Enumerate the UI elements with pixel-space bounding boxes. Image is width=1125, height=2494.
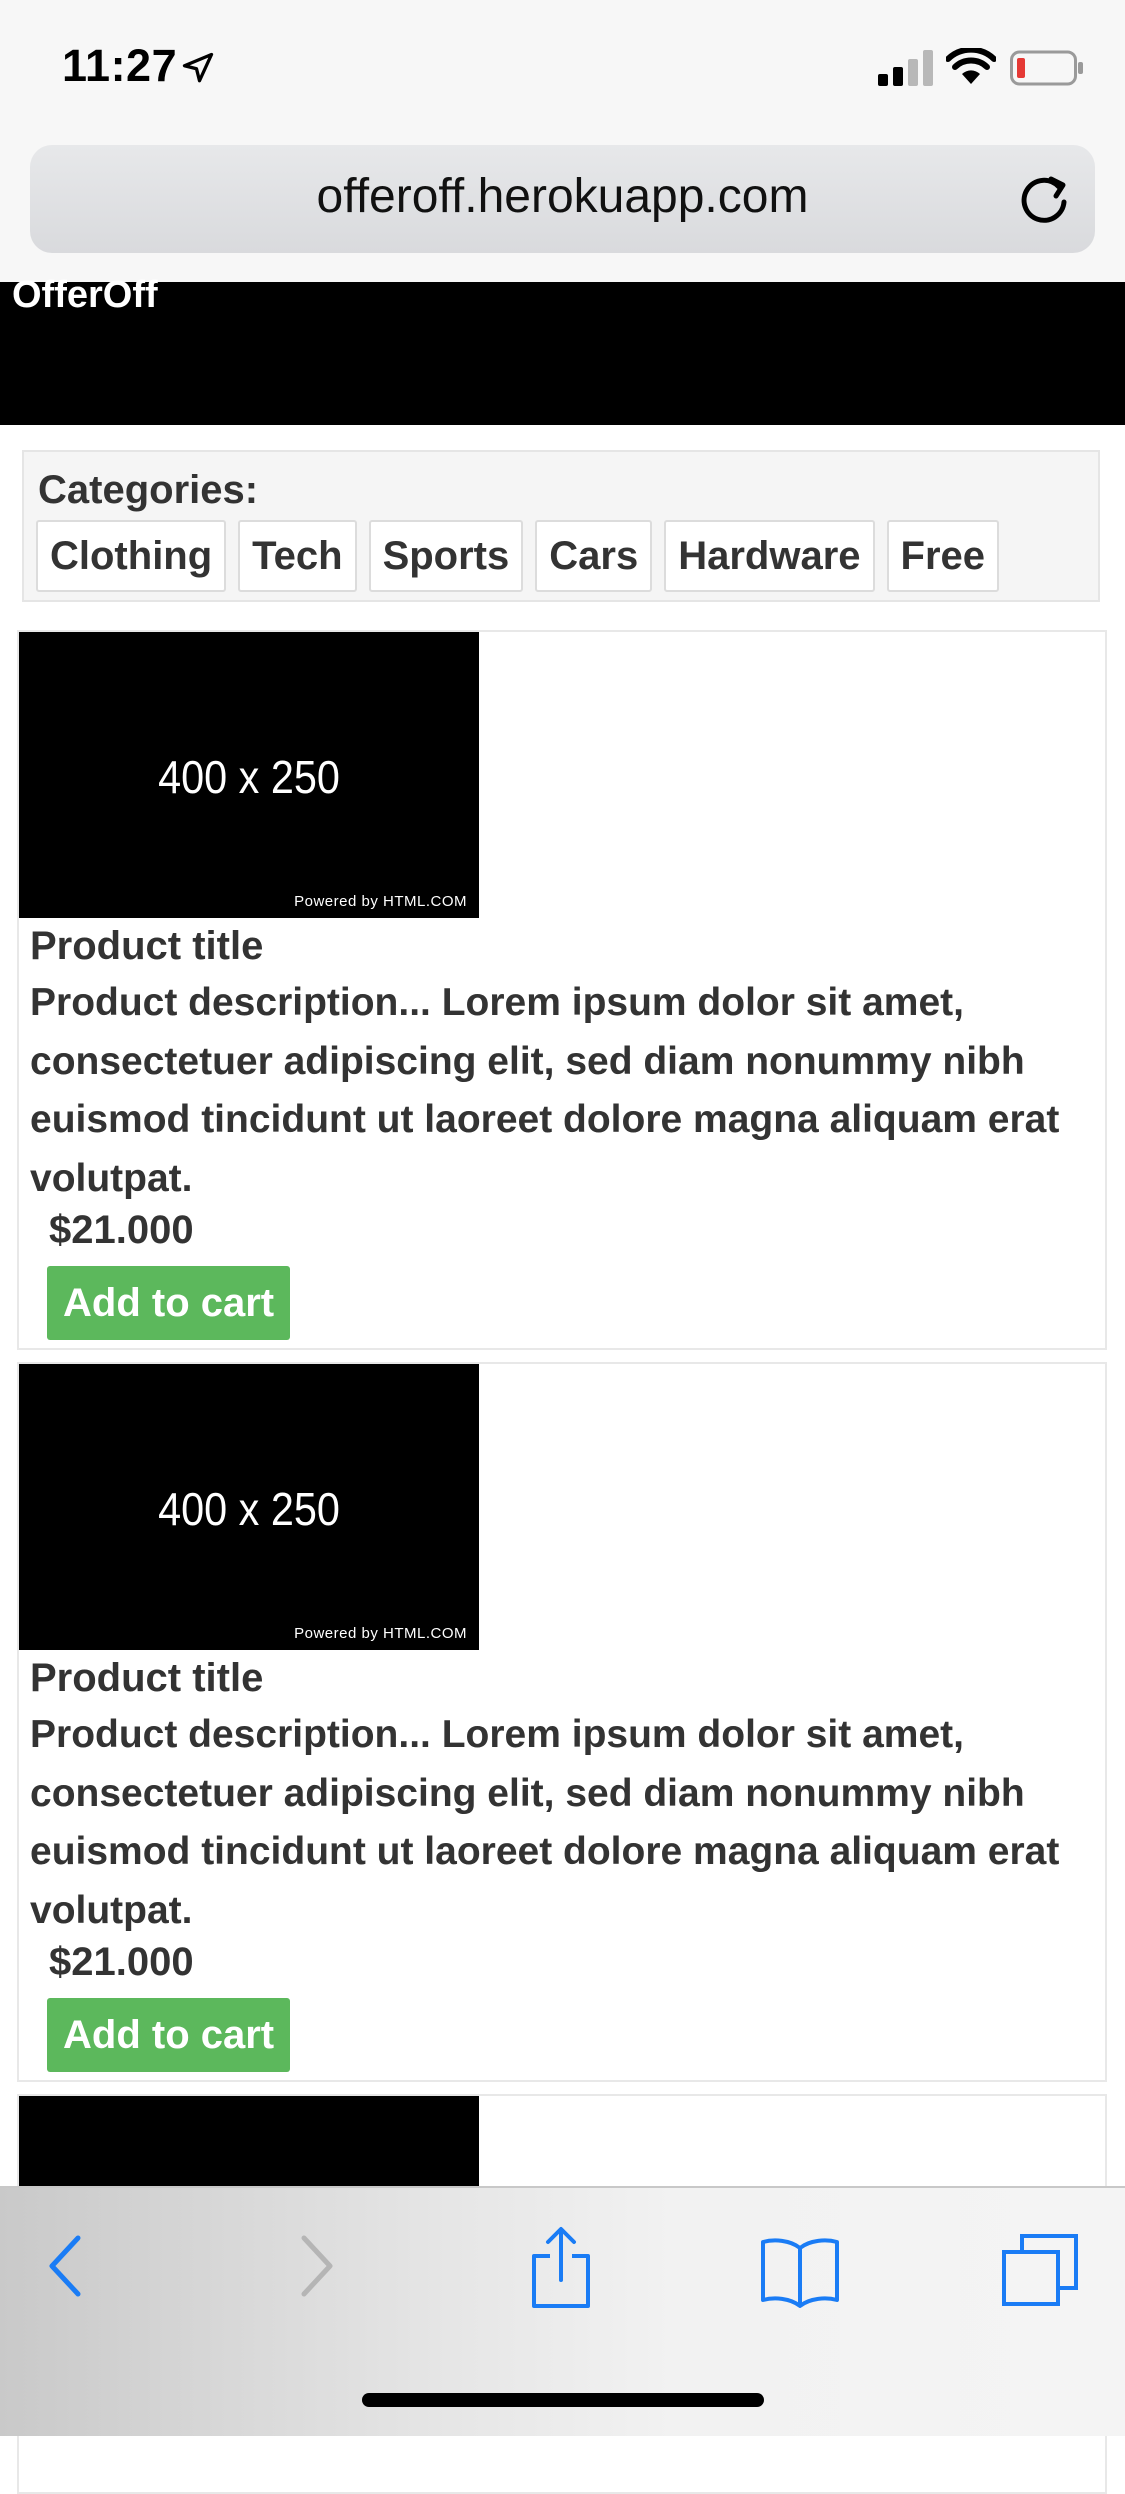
product-card: 400 x 250 Powered by HTML.COM Product ti… (17, 1362, 1107, 2082)
category-tech[interactable]: Tech (238, 520, 357, 592)
product-price: $21.000 (49, 1208, 194, 1252)
image-credit: Powered by HTML.COM (294, 1625, 467, 1642)
url-text[interactable]: offeroff.herokuapp.com (30, 169, 1095, 224)
categories-label: Categories: (38, 468, 259, 512)
battery-low-icon (1010, 50, 1083, 86)
status-time: 11:27 (62, 40, 178, 91)
forward-icon[interactable] (296, 2234, 336, 2298)
category-clothing[interactable]: Clothing (36, 520, 227, 592)
category-free[interactable]: Free (886, 520, 1000, 592)
site-brand[interactable]: OfferOff (12, 274, 158, 317)
image-placeholder-text: 400 x 250 (158, 1483, 340, 1535)
share-icon[interactable] (530, 2226, 592, 2310)
product-image[interactable]: 400 x 250 Powered by HTML.COM (19, 632, 479, 918)
browser-toolbar: offeroff.herokuapp.com (0, 140, 1125, 282)
add-to-cart-button[interactable]: Add to cart (47, 1266, 291, 1340)
product-title[interactable]: Product title (30, 1656, 263, 1701)
categories-panel: Categories: Clothing Tech Sports Cars Ha… (22, 450, 1100, 602)
product-description: Product description... Lorem ipsum dolor… (30, 981, 1060, 1200)
tabs-icon[interactable] (1000, 2232, 1080, 2308)
image-placeholder-text: 400 x 250 (158, 751, 340, 803)
address-bar[interactable]: offeroff.herokuapp.com (30, 145, 1095, 253)
back-icon[interactable] (46, 2234, 86, 2298)
product-card: 400 x 250 Powered by HTML.COM Product ti… (17, 630, 1107, 1350)
product-title[interactable]: Product title (30, 924, 263, 969)
cellular-signal-icon (878, 50, 933, 86)
category-list: Clothing Tech Sports Cars Hardware Free (36, 520, 1000, 592)
category-sports[interactable]: Sports (368, 520, 524, 592)
location-arrow-icon (182, 52, 214, 83)
category-hardware[interactable]: Hardware (664, 520, 875, 592)
product-image[interactable]: 400 x 250 Powered by HTML.COM (19, 1364, 479, 1650)
bookmarks-icon[interactable] (760, 2236, 840, 2308)
product-description: Product description... Lorem ipsum dolor… (30, 1713, 1060, 1932)
home-indicator (362, 2393, 764, 2407)
image-credit: Powered by HTML.COM (294, 893, 467, 910)
category-cars[interactable]: Cars (535, 520, 653, 592)
wifi-icon (946, 48, 996, 84)
product-price: $21.000 (49, 1940, 194, 1984)
status-bar: 11:27 (0, 0, 1125, 140)
site-header: OfferOff (0, 274, 1125, 425)
add-to-cart-button[interactable]: Add to cart (47, 1998, 291, 2072)
reload-icon[interactable] (1015, 171, 1073, 229)
